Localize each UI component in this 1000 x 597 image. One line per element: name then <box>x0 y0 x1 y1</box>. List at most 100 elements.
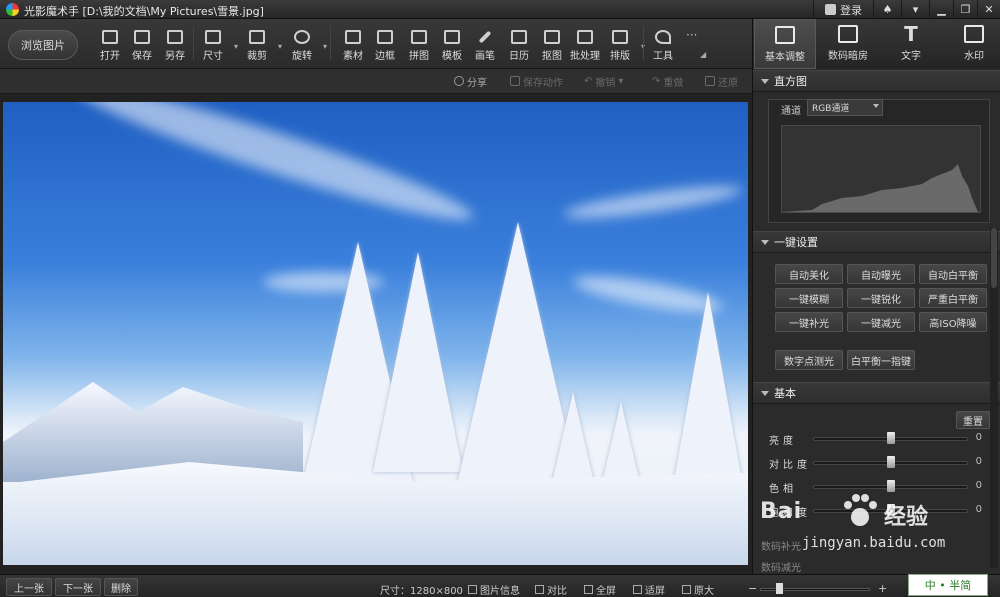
histogram-header[interactable]: 直方图 <box>753 70 1000 92</box>
skin-button[interactable]: ♠ <box>873 0 901 19</box>
tool-label: 模板 <box>442 51 462 62</box>
toolbar-divider <box>643 26 644 60</box>
tool-open[interactable]: 打开 <box>93 22 127 66</box>
tool-save-as[interactable]: 另存 <box>158 22 192 66</box>
login-button[interactable]: 登录 <box>813 0 873 19</box>
section-title: 一键设置 <box>774 236 818 249</box>
channel-select[interactable]: RGB通道 <box>807 99 883 116</box>
one-click-sharpen-button[interactable]: 一键锐化 <box>847 288 915 308</box>
tool-label: 尺寸 <box>203 51 223 62</box>
contrast-slider[interactable]: 对比度 0 <box>769 456 994 471</box>
zoom-knob[interactable] <box>776 583 783 594</box>
zoom-in-button[interactable]: + <box>878 582 887 595</box>
auto-exposure-button[interactable]: 自动曝光 <box>847 264 915 284</box>
tool-rotate[interactable]: 旋转 ▾ <box>285 22 327 66</box>
tab-text[interactable]: T 文字 <box>880 19 942 69</box>
tool-label: 日历 <box>509 51 529 62</box>
high-iso-denoise-button[interactable]: 高ISO降噪 <box>919 312 987 332</box>
slider-knob[interactable] <box>886 456 895 468</box>
minimize-icon: ▁ <box>937 3 946 16</box>
tool-template[interactable]: 模板 <box>435 22 469 66</box>
scrollbar-thumb[interactable] <box>991 228 997 288</box>
batch-icon <box>577 30 593 44</box>
image-icon <box>102 30 118 44</box>
tool-batch[interactable]: 批处理 <box>568 22 602 66</box>
redo-button[interactable]: ↷ 重做 <box>652 73 683 89</box>
layout-icon <box>612 30 628 44</box>
fullscreen-label: 全屏 <box>596 586 616 597</box>
oneclick-header[interactable]: 一键设置 <box>753 231 1000 253</box>
window-title: 光影魔术手 [D:\我的文档\My Pictures\雪景.jpg] <box>24 5 264 18</box>
slider-knob[interactable] <box>886 432 895 444</box>
tool-label: 拼图 <box>409 51 429 62</box>
tool-collage[interactable]: 拼图 <box>402 22 436 66</box>
tool-label: 打开 <box>100 51 120 62</box>
menu-button[interactable]: ▾ <box>901 0 929 19</box>
tool-crop[interactable]: 裁剪 ▾ <box>240 22 282 66</box>
white-balance-picker-button[interactable]: 白平衡一指键 <box>847 350 915 370</box>
fullscreen-button[interactable]: 全屏 <box>584 582 616 597</box>
fill-light-button[interactable]: 一键补光 <box>775 312 843 332</box>
rotate-icon <box>294 30 310 44</box>
paw-icon <box>844 494 877 526</box>
tool-calendar[interactable]: 日历 <box>502 22 536 66</box>
tab-watermark[interactable]: 水印 <box>943 19 1000 69</box>
auto-white-balance-button[interactable]: 自动白平衡 <box>919 264 987 284</box>
delete-button[interactable]: 删除 <box>104 578 138 596</box>
one-click-blur-button[interactable]: 一键模糊 <box>775 288 843 308</box>
image-info-button[interactable]: 图片信息 <box>468 582 520 597</box>
fit-screen-button[interactable]: 适屏 <box>633 582 665 597</box>
toolbar-divider <box>193 26 194 60</box>
brush-icon <box>478 30 492 44</box>
maximize-button[interactable]: ❐ <box>953 0 977 19</box>
save-action-label: 保存动作 <box>523 77 563 89</box>
zoom-out-button[interactable]: − <box>748 582 757 595</box>
slider-label: 亮度 <box>769 436 797 447</box>
pin-icon <box>544 30 560 44</box>
spot-metering-button[interactable]: 数字点测光 <box>775 350 843 370</box>
watermark-icon <box>964 25 984 43</box>
compare-button[interactable]: 对比 <box>535 582 567 597</box>
brightness-slider[interactable]: 亮度 0 <box>769 432 994 447</box>
channel-value: RGB通道 <box>812 104 850 114</box>
tool-layout[interactable]: 排版▾ <box>603 22 645 66</box>
minimize-button[interactable]: ▁ <box>929 0 953 19</box>
browse-images-button[interactable]: 浏览图片 <box>8 30 78 60</box>
undo-label: 撤销 <box>595 77 616 89</box>
save-action-button[interactable]: 保存动作 <box>510 73 563 89</box>
watermark-brand: Bai <box>760 499 803 524</box>
restore-button[interactable]: 还原 <box>705 73 738 89</box>
more-tools-button[interactable]: ··· <box>686 28 697 42</box>
undo-button[interactable]: ↶ 撤销 ▾ <box>584 73 623 89</box>
tool-material[interactable]: 素材 <box>336 22 370 66</box>
tab-label: 水印 <box>964 51 984 62</box>
tool-label: 素材 <box>343 51 363 62</box>
image-info-label: 图片信息 <box>480 586 520 597</box>
tool-label: 工具 <box>653 51 673 62</box>
reduce-light-button[interactable]: 一键减光 <box>847 312 915 332</box>
image-canvas[interactable] <box>0 94 752 574</box>
tool-border[interactable]: 边框 <box>368 22 402 66</box>
basic-header[interactable]: 基本 <box>753 382 1000 404</box>
tool-resize[interactable]: 尺寸 ▾ <box>196 22 238 66</box>
restore-icon: ❐ <box>960 3 971 16</box>
tool-brush[interactable]: 画笔 <box>468 22 502 66</box>
tool-label: 批处理 <box>570 51 600 62</box>
ime-indicator[interactable]: 中 • 半简 <box>908 574 988 596</box>
tool-save[interactable]: 保存 <box>125 22 159 66</box>
original-size-icon <box>682 585 691 594</box>
auto-beautify-button[interactable]: 自动美化 <box>775 264 843 284</box>
share-button[interactable]: 分享 <box>454 73 487 89</box>
close-button[interactable]: ✕ <box>977 0 1000 19</box>
undo-icon: ↶ <box>584 75 593 87</box>
tool-cutout[interactable]: 抠图 <box>535 22 569 66</box>
tool-tools[interactable]: 工具 <box>646 22 680 66</box>
severe-white-balance-button[interactable]: 严重白平衡 <box>919 288 987 308</box>
tab-digital-darkroom[interactable]: 数码暗房 <box>817 19 879 69</box>
reset-button[interactable]: 重置 <box>956 411 990 429</box>
previous-image-button[interactable]: 上一张 <box>6 578 52 596</box>
original-size-button[interactable]: 原大 <box>682 582 714 597</box>
next-image-button[interactable]: 下一张 <box>55 578 101 596</box>
expand-icon[interactable]: ◢ <box>700 50 706 59</box>
tab-basic-adjust[interactable]: 基本调整 <box>754 19 816 69</box>
